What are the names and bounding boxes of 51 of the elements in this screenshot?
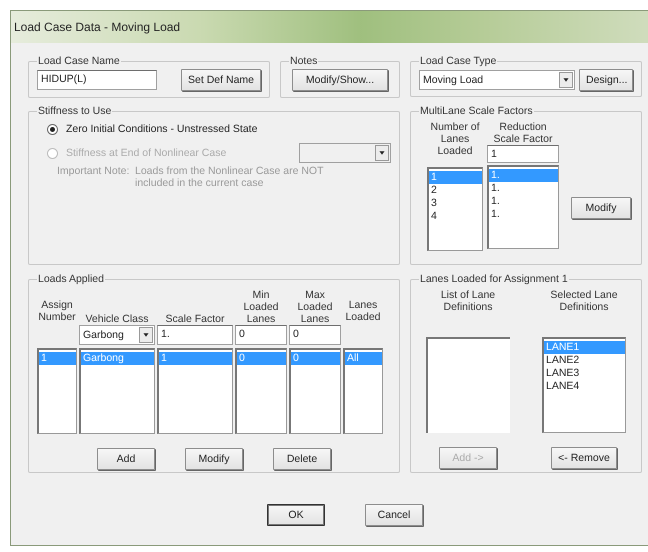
list-item[interactable]: 1. bbox=[489, 208, 558, 221]
note-label: Important Note: bbox=[57, 165, 130, 179]
min-loaded-lanes-field[interactable]: 0 bbox=[235, 325, 287, 345]
list-item[interactable]: 2 bbox=[429, 184, 482, 197]
scale-factor-field[interactable]: 1 bbox=[487, 145, 559, 163]
column-heading: Min Loaded Lanes bbox=[242, 288, 280, 325]
dialog-button[interactable]: Cancel bbox=[365, 504, 423, 526]
column-heading: Reduction Scale Factor bbox=[492, 120, 554, 145]
column-heading: Max Loaded Lanes bbox=[296, 288, 334, 325]
column-heading: Number of Lanes Loaded bbox=[429, 120, 481, 157]
column-heading: Lanes Loaded bbox=[344, 298, 382, 324]
lanes-list[interactable]: 1 2 3 4 bbox=[427, 167, 483, 251]
group-title: Notes bbox=[289, 55, 318, 67]
design-button[interactable]: Design... bbox=[579, 69, 633, 91]
group-title: Load Case Name bbox=[37, 55, 121, 67]
max-loaded-lanes-field[interactable]: 0 bbox=[289, 325, 341, 345]
window-title: Load Case Data - Moving Load bbox=[14, 20, 180, 34]
action-button[interactable]: Delete bbox=[273, 448, 331, 470]
list-item[interactable]: LANE3 bbox=[544, 367, 625, 380]
list-heading: List of Lane Definitions bbox=[440, 289, 496, 314]
group-title: Load Case Type bbox=[419, 55, 498, 67]
scale-factor-field[interactable]: 1. bbox=[157, 325, 233, 345]
vehicle-class-dropdown[interactable]: Garbong bbox=[79, 325, 155, 345]
lane-definitions-list[interactable] bbox=[426, 337, 510, 434]
group-title: Loads Applied bbox=[37, 273, 105, 285]
list-item[interactable]: 1. bbox=[489, 182, 558, 195]
group-title: MultiLane Scale Factors bbox=[419, 105, 534, 117]
list-item[interactable]: LANE2 bbox=[544, 354, 625, 368]
radio-option[interactable]: Zero Initial Conditions - Unstressed State bbox=[47, 123, 258, 135]
list-item[interactable]: 1. bbox=[489, 195, 558, 208]
list-item[interactable]: 3 bbox=[429, 197, 482, 210]
load-case-type-dropdown[interactable]: Moving Load bbox=[419, 70, 575, 90]
selected-lanes-list[interactable]: LANE1 LANE2 LANE3 LANE4 bbox=[542, 337, 626, 434]
list-item[interactable]: 4 bbox=[429, 210, 482, 223]
action-button[interactable]: Add bbox=[97, 448, 155, 470]
load-case-name-field[interactable]: HIDUP(L) bbox=[37, 70, 157, 90]
set-def-name-button[interactable]: Set Def Name bbox=[181, 69, 261, 91]
column-heading: Scale Factor bbox=[166, 312, 224, 325]
modify-button[interactable]: Modify bbox=[571, 197, 631, 219]
column-heading: Assign Number bbox=[37, 298, 77, 324]
action-button[interactable]: Modify bbox=[185, 448, 243, 470]
column-heading: Vehicle Class bbox=[85, 312, 149, 325]
list-heading: Selected Lane Definitions bbox=[549, 289, 619, 314]
group-title: Stiffness to Use bbox=[37, 105, 112, 117]
note-text: Loads from the Nonlinear Case are NOT included in the current case bbox=[135, 165, 324, 190]
group-title: Lanes Loaded for Assignment 1 bbox=[419, 273, 569, 285]
factor-list[interactable]: 1. 1. 1. 1. bbox=[487, 165, 559, 249]
list-item[interactable]: LANE4 bbox=[544, 380, 625, 394]
modify-show-button[interactable]: Modify/Show... bbox=[292, 69, 388, 91]
remove-button[interactable]: <- Remove bbox=[551, 447, 617, 470]
dialog-button[interactable]: OK bbox=[267, 504, 325, 526]
